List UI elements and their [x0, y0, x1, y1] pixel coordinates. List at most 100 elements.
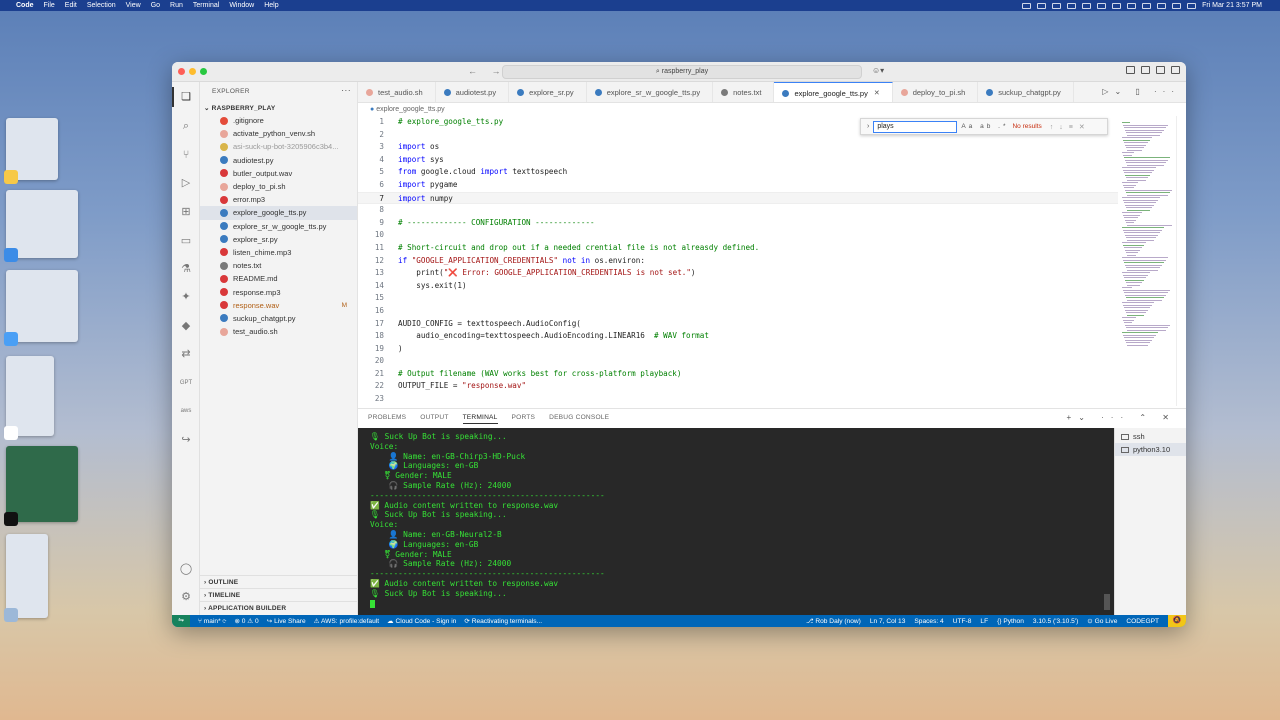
- file-item[interactable]: suckup_chatgpt.py: [200, 312, 357, 325]
- file-item[interactable]: asi-suck-up-bot-3205906c3b4...: [200, 140, 357, 153]
- timeline-section[interactable]: › TIMELINE: [200, 588, 357, 601]
- tab-output[interactable]: OUTPUT: [420, 414, 448, 423]
- file-item[interactable]: butler_output.wav: [200, 167, 357, 180]
- explorer-icon[interactable]: ❏: [179, 90, 193, 104]
- docker-icon[interactable]: ◆: [179, 319, 193, 333]
- file-item[interactable]: explore_sr_w_google_tts.py: [200, 220, 357, 233]
- file-item[interactable]: explore_sr.py: [200, 233, 357, 246]
- git-blame[interactable]: ⎇ Rob Daly (now): [806, 617, 861, 625]
- customize-layout-icon[interactable]: [1126, 66, 1135, 74]
- file-item[interactable]: response.mp3: [200, 285, 357, 298]
- close-icon[interactable]: ✕: [874, 83, 880, 103]
- toggle-secondary-sidebar-icon[interactable]: [1171, 66, 1180, 74]
- menu-terminal[interactable]: Terminal: [193, 2, 219, 9]
- breadcrumb[interactable]: ● explore_google_tts.py: [358, 103, 1108, 116]
- codegpt-status[interactable]: CODEGPT: [1126, 618, 1159, 625]
- wifi-icon[interactable]: [1142, 2, 1152, 9]
- tab-ports[interactable]: PORTS: [512, 414, 536, 423]
- codegpt-icon[interactable]: GPT: [179, 376, 193, 390]
- file-item[interactable]: response.wav M: [200, 299, 357, 312]
- clipboard-icon[interactable]: [1082, 2, 1092, 9]
- gemini-icon[interactable]: ✦: [179, 290, 193, 304]
- more-actions-icon[interactable]: ···: [341, 85, 351, 95]
- siri-icon[interactable]: [1187, 2, 1197, 9]
- outline-section[interactable]: › OUTLINE: [200, 575, 357, 588]
- remote-indicator-icon[interactable]: ⇋: [172, 615, 190, 627]
- tab-problems[interactable]: PROBLEMS: [368, 414, 406, 423]
- record-icon[interactable]: [1067, 2, 1077, 9]
- application-builder-section[interactable]: › APPLICATION BUILDER: [200, 601, 357, 614]
- menu-selection[interactable]: Selection: [87, 2, 116, 9]
- menu-run[interactable]: Run: [170, 2, 183, 9]
- find-navigation-icon[interactable]: ↑↓≡✕: [1050, 123, 1091, 131]
- menu-window[interactable]: Window: [229, 2, 254, 9]
- toggle-replace-icon[interactable]: ›: [867, 123, 869, 130]
- editor-actions-icon[interactable]: ▷⌄ ▯ ···: [1102, 87, 1180, 96]
- terminal-scrollbar[interactable]: [1104, 594, 1110, 610]
- file-item[interactable]: explore_google_tts.py: [200, 206, 357, 220]
- editor-scrollbar[interactable]: [1176, 116, 1186, 406]
- testing-icon[interactable]: ⚗: [179, 262, 193, 276]
- editor-tab[interactable]: audiotest.py: [436, 82, 510, 102]
- run-debug-icon[interactable]: ▷: [179, 176, 193, 190]
- command-center[interactable]: ⌕ raspberry_play: [502, 65, 862, 79]
- editor-tab[interactable]: deploy_to_pi.sh: [893, 82, 979, 102]
- menu-go[interactable]: Go: [151, 2, 160, 9]
- menu-view[interactable]: View: [126, 2, 141, 9]
- cursor-position[interactable]: Ln 7, Col 13: [870, 618, 906, 625]
- camera-icon[interactable]: [1037, 2, 1047, 9]
- display-icon[interactable]: [1112, 2, 1122, 9]
- find-input[interactable]: plays: [873, 120, 958, 133]
- terminal-output[interactable]: 🎙 Suck Up Bot is speaking... Voice: 👤 Nam…: [358, 428, 1114, 615]
- git-branch[interactable]: ⑂ main* ⟳: [198, 618, 226, 625]
- stage-window-slack[interactable]: [4, 356, 54, 440]
- stage-window-mail[interactable]: [4, 270, 78, 346]
- minimize-window-button[interactable]: [189, 68, 196, 75]
- toggle-sidebar-icon[interactable]: [1141, 66, 1150, 74]
- bluetooth-icon[interactable]: [1127, 2, 1137, 9]
- minimap[interactable]: [1118, 116, 1176, 406]
- editor-tab[interactable]: test_audio.sh: [358, 82, 436, 102]
- python-interpreter[interactable]: 3.10.5 ('3.10.5'): [1033, 618, 1078, 625]
- tab-debug-console[interactable]: DEBUG CONSOLE: [549, 414, 609, 423]
- stage-window-finder[interactable]: [4, 118, 58, 184]
- file-item[interactable]: audiotest.py: [200, 154, 357, 167]
- file-item[interactable]: README.md: [200, 272, 357, 285]
- aws-profile[interactable]: ⚠ AWS: profile:default: [314, 617, 379, 625]
- editor-tab[interactable]: explore_sr.py: [509, 82, 587, 102]
- menu-clock[interactable]: Fri Mar 21 3:57 PM: [1202, 2, 1262, 9]
- stage-window-browser[interactable]: [4, 190, 78, 262]
- file-item[interactable]: .gitignore: [200, 114, 357, 127]
- menu-app-name[interactable]: Code: [16, 2, 34, 9]
- file-item[interactable]: activate_python_venv.sh: [200, 127, 357, 140]
- workspace-folder[interactable]: ⌄ RASPBERRY_PLAY: [200, 102, 357, 114]
- editor-tab[interactable]: notes.txt: [713, 82, 775, 102]
- live-share-icon[interactable]: ⇄: [179, 347, 193, 361]
- settings-gear-icon[interactable]: ⚙: [179, 590, 193, 604]
- notifications-bell-icon[interactable]: 🔕: [1168, 615, 1186, 627]
- problems-count[interactable]: ⊗ 0 ⚠ 0: [234, 617, 258, 625]
- find-options-icon[interactable]: Aa ab .*: [961, 123, 1008, 130]
- timer-icon[interactable]: [1097, 2, 1107, 9]
- share-icon[interactable]: ↪: [179, 433, 193, 447]
- file-item[interactable]: notes.txt: [200, 259, 357, 272]
- terminal-instance-ssh[interactable]: ssh: [1115, 430, 1186, 443]
- indentation[interactable]: Spaces: 4: [914, 618, 943, 625]
- control-center-icon[interactable]: [1172, 2, 1182, 9]
- menu-edit[interactable]: Edit: [65, 2, 77, 9]
- live-share-button[interactable]: ↪ Live Share: [267, 617, 306, 625]
- copilot-icon[interactable]: ☺▾: [872, 66, 884, 75]
- notes-icon[interactable]: [1052, 2, 1062, 9]
- editor-tab[interactable]: explore_google_tts.py ✕: [774, 82, 893, 103]
- toggle-panel-icon[interactable]: [1156, 66, 1165, 74]
- cloud-code-signin[interactable]: ☁ Cloud Code - Sign in: [387, 617, 456, 625]
- extensions-icon[interactable]: ⊞: [179, 205, 193, 219]
- zoom-window-button[interactable]: [200, 68, 207, 75]
- menu-help[interactable]: Help: [264, 2, 278, 9]
- source-control-icon[interactable]: ⑂: [179, 148, 193, 162]
- panel-actions-icon[interactable]: +⌄ ··· ⌃ ✕: [1067, 413, 1176, 422]
- terminal-instance-python[interactable]: python3.10: [1115, 443, 1186, 456]
- remote-explorer-icon[interactable]: ▭: [179, 234, 193, 248]
- editor-tab[interactable]: explore_sr_w_google_tts.py: [587, 82, 714, 102]
- aws-icon[interactable]: aws: [179, 404, 193, 418]
